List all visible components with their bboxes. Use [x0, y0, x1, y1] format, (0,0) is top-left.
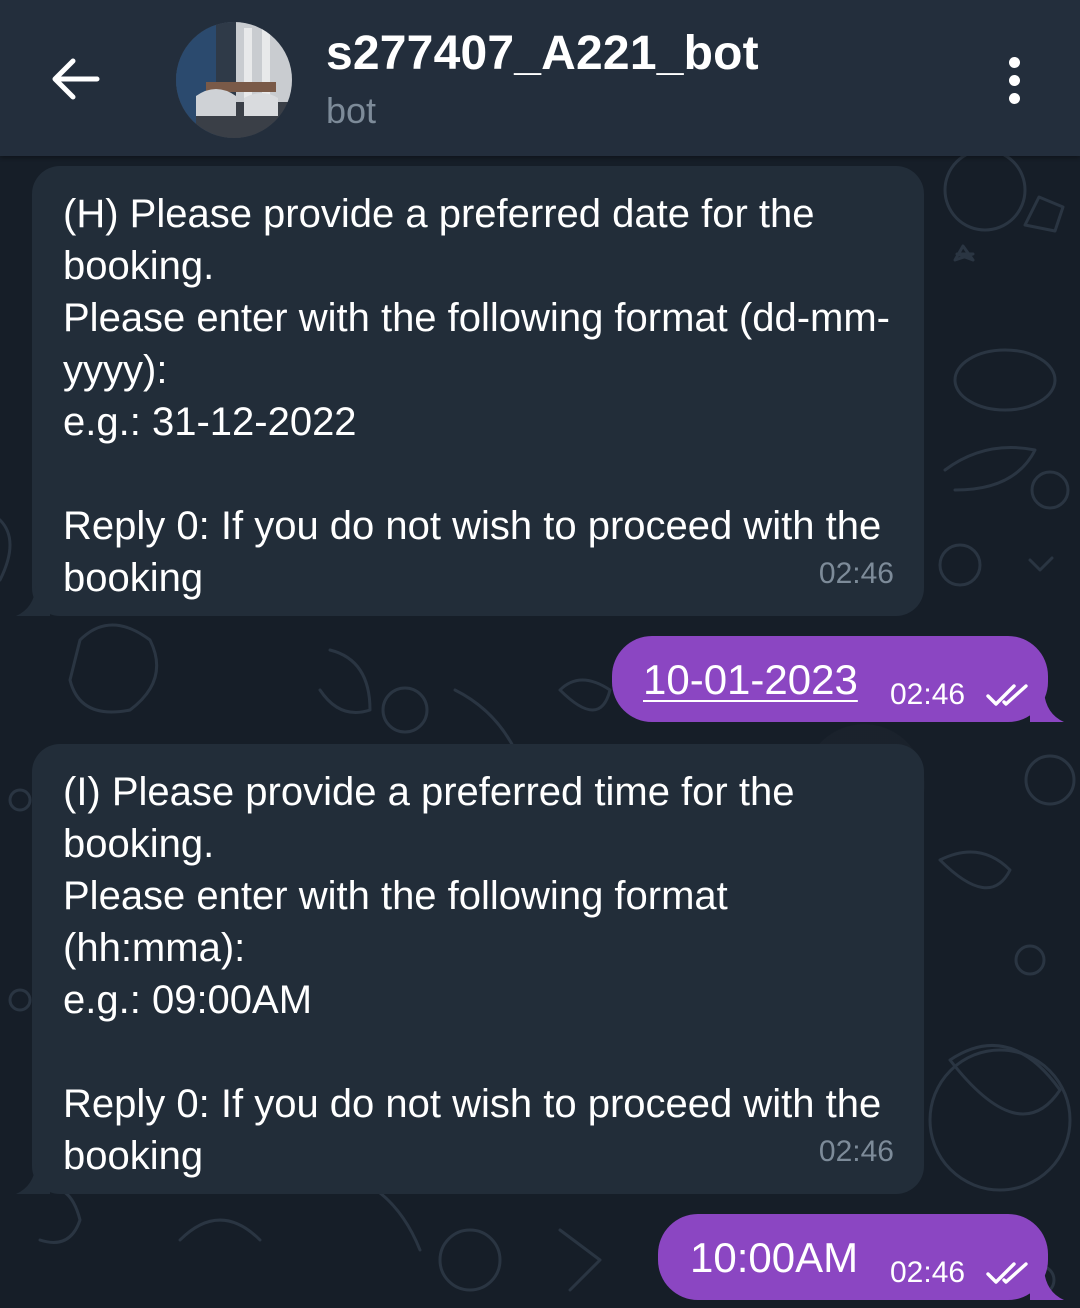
more-vertical-icon-dot [1008, 92, 1020, 104]
double-check-icon [986, 1262, 1028, 1284]
message-time: 02:46 [890, 1256, 966, 1289]
message-incoming[interactable]: (I) Please provide a preferred time for … [16, 744, 924, 1194]
double-check-icon [986, 684, 1028, 706]
chat-title[interactable]: s277407_A221_bot [326, 26, 759, 81]
avatar[interactable] [176, 22, 292, 138]
more-vertical-icon [1008, 56, 1020, 68]
chat-header: s277407_A221_bot bot [0, 0, 1080, 156]
message-outgoing[interactable]: 10-01-2023 02:46 [612, 636, 1064, 722]
message-outgoing[interactable]: 10:00AM 02:46 [658, 1214, 1064, 1300]
message-text: (I) Please provide a preferred time for … [63, 770, 882, 1178]
message-text-link[interactable]: 10-01-2023 [643, 656, 858, 704]
more-vertical-icon-dot [1008, 74, 1020, 86]
menu-button[interactable] [990, 50, 1038, 110]
message-time: 02:46 [818, 1135, 894, 1168]
bubble-tail [16, 1164, 50, 1194]
message-text: (H) Please provide a preferred date for … [63, 192, 890, 600]
message-time: 02:46 [818, 557, 894, 590]
bubble-tail [1030, 692, 1064, 722]
avatar-image [176, 22, 292, 138]
bubble-tail [16, 586, 50, 616]
back-button[interactable] [40, 46, 112, 112]
message-text: 10:00AM [690, 1234, 859, 1281]
message-incoming[interactable]: (H) Please provide a preferred date for … [16, 166, 924, 616]
bubble-tail [1030, 1270, 1064, 1300]
chat-subtitle: bot [326, 90, 377, 131]
arrow-left-icon [52, 58, 100, 100]
message-time: 02:46 [890, 678, 966, 711]
